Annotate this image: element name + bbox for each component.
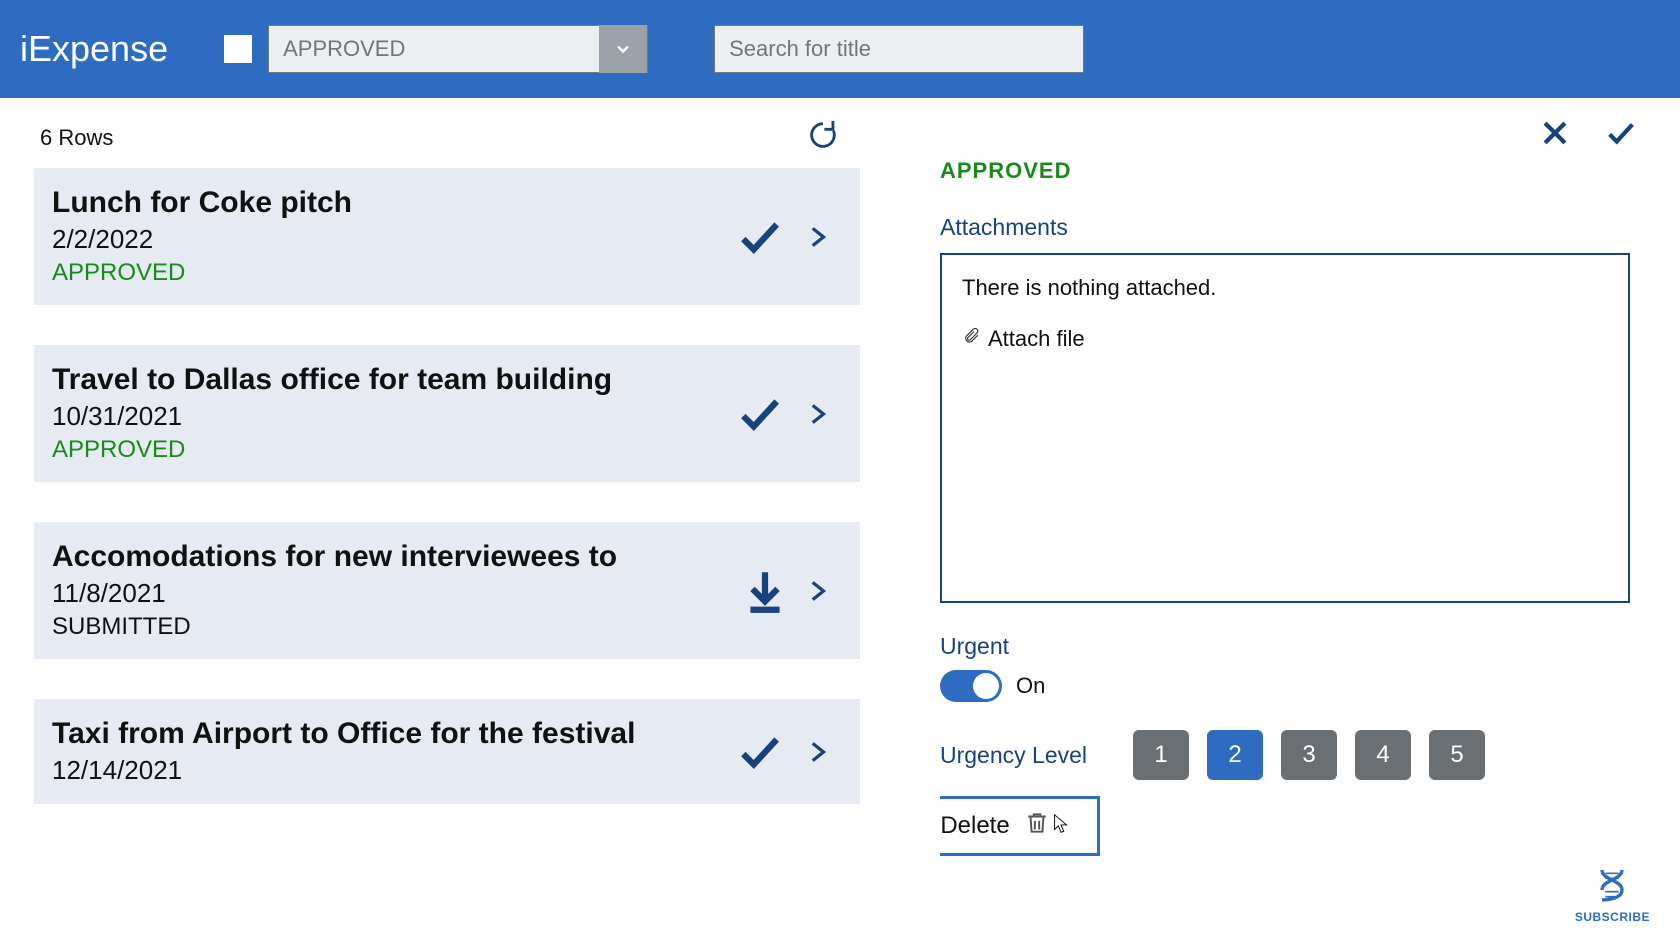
confirm-icon[interactable] <box>1602 116 1640 150</box>
download-icon[interactable] <box>740 561 790 621</box>
urgency-level-row: Urgency Level 12345 <box>940 730 1630 780</box>
card-actions <box>740 561 830 621</box>
expense-list[interactable]: Lunch for Coke pitch 2/2/2022 APPROVED Trav… <box>34 168 860 944</box>
subscribe-label: SUBSCRIBE <box>1575 910 1650 924</box>
trash-icon <box>1024 808 1050 845</box>
chevron-right-icon[interactable] <box>804 392 830 436</box>
app-title: iExpense <box>20 28 168 70</box>
urgent-toggle-row: On <box>940 670 1630 702</box>
right-panel: APPROVED Attachments There is nothing at… <box>880 98 1680 944</box>
check-icon[interactable] <box>730 212 790 262</box>
delete-label: Delete <box>940 812 1009 840</box>
urgent-toggle[interactable] <box>940 670 1002 702</box>
check-icon[interactable] <box>730 727 790 777</box>
card-text: Accomodations for new interviewees to 11/… <box>52 540 617 641</box>
card-status: SUBMITTED <box>52 613 617 641</box>
filter-checkbox[interactable] <box>224 35 252 63</box>
status-filter-select[interactable] <box>268 25 648 73</box>
detail-top-actions <box>1538 116 1640 150</box>
expense-card[interactable]: Travel to Dallas office for team buildin… <box>34 345 860 482</box>
left-panel-top: 6 Rows <box>0 98 880 167</box>
chevron-right-icon[interactable] <box>804 730 830 774</box>
card-date: 2/2/2022 <box>52 224 352 255</box>
left-panel: 6 Rows Lunch for Coke pitch 2/2/2022 APPRO… <box>0 98 880 944</box>
urgency-level-5[interactable]: 5 <box>1429 730 1485 780</box>
card-status: APPROVED <box>52 259 352 287</box>
expense-card[interactable]: Lunch for Coke pitch 2/2/2022 APPROVED <box>34 168 860 305</box>
urgency-level-buttons: 12345 <box>1133 730 1485 780</box>
chevron-right-icon[interactable] <box>804 569 830 613</box>
paperclip-icon <box>962 325 980 353</box>
close-icon[interactable] <box>1538 116 1572 150</box>
attachments-box[interactable]: There is nothing attached. Attach file <box>940 253 1630 603</box>
attach-file-button[interactable]: Attach file <box>962 325 1608 353</box>
attach-file-label: Attach file <box>988 326 1085 352</box>
card-status: APPROVED <box>52 436 612 464</box>
attachments-empty-text: There is nothing attached. <box>962 275 1608 301</box>
card-title: Taxi from Airport to Office for the fest… <box>52 717 635 751</box>
card-actions <box>730 389 830 439</box>
refresh-button[interactable] <box>806 118 840 157</box>
expense-card[interactable]: Accomodations for new interviewees to 11/… <box>34 522 860 659</box>
dna-icon <box>1592 865 1632 905</box>
detail-body: APPROVED Attachments There is nothing at… <box>940 98 1650 944</box>
row-count-label: 6 Rows <box>40 125 113 151</box>
search-box[interactable] <box>714 25 1084 73</box>
card-date: 11/8/2021 <box>52 578 617 609</box>
attachments-label: Attachments <box>940 214 1630 241</box>
detail-status: APPROVED <box>940 158 1630 184</box>
app-header: iExpense <box>0 0 1680 98</box>
main-area: 6 Rows Lunch for Coke pitch 2/2/2022 APPRO… <box>0 98 1680 944</box>
urgency-level-3[interactable]: 3 <box>1281 730 1337 780</box>
chevron-down-icon[interactable] <box>599 25 647 73</box>
urgent-label: Urgent <box>940 633 1630 660</box>
card-date: 12/14/2021 <box>52 755 635 786</box>
urgency-level-2[interactable]: 2 <box>1207 730 1263 780</box>
card-text: Taxi from Airport to Office for the fest… <box>52 717 635 786</box>
card-title: Travel to Dallas office for team buildin… <box>52 363 612 397</box>
delete-button[interactable]: Delete <box>940 796 1100 856</box>
card-actions <box>730 212 830 262</box>
card-text: Travel to Dallas office for team buildin… <box>52 363 612 464</box>
card-actions <box>730 727 830 777</box>
check-icon[interactable] <box>730 389 790 439</box>
urgent-toggle-state: On <box>1016 673 1045 699</box>
urgency-level-label: Urgency Level <box>940 742 1087 769</box>
expense-card[interactable]: Taxi from Airport to Office for the fest… <box>34 699 860 804</box>
card-text: Lunch for Coke pitch 2/2/2022 APPROVED <box>52 186 352 287</box>
status-filter-input[interactable] <box>269 26 599 72</box>
card-title: Lunch for Coke pitch <box>52 186 352 220</box>
urgency-level-1[interactable]: 1 <box>1133 730 1189 780</box>
chevron-right-icon[interactable] <box>804 215 830 259</box>
urgency-level-4[interactable]: 4 <box>1355 730 1411 780</box>
card-title: Accomodations for new interviewees to <box>52 540 617 574</box>
card-date: 10/31/2021 <box>52 401 612 432</box>
search-input[interactable] <box>715 26 1083 72</box>
subscribe-badge[interactable]: SUBSCRIBE <box>1575 865 1650 924</box>
